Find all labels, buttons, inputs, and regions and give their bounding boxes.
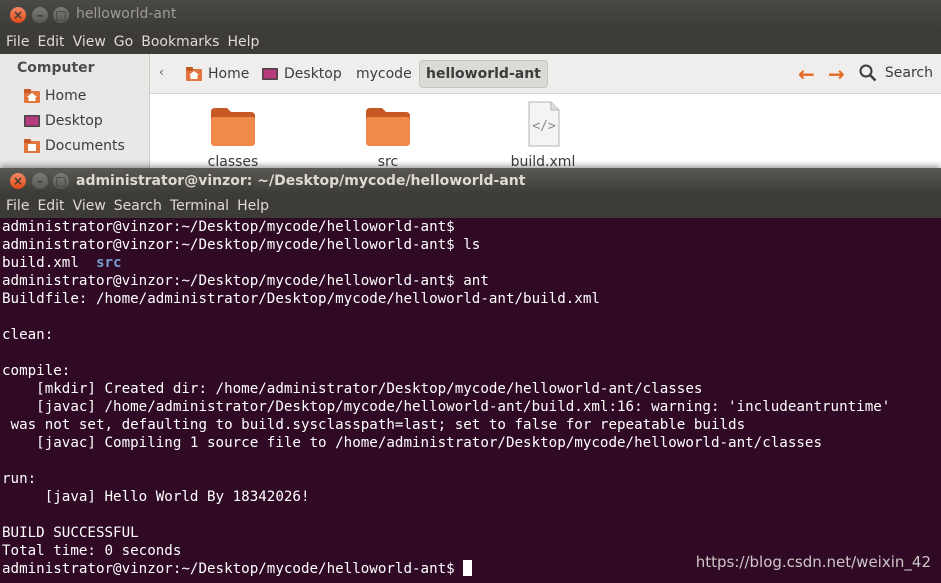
menu-terminal[interactable]: Terminal (170, 198, 229, 214)
search-label: Search (884, 65, 933, 81)
breadcrumb-mycode[interactable]: mycode (350, 60, 418, 88)
terminal-line: administrator@vinzor:~/Desktop/mycode/he… (2, 219, 455, 235)
search-icon (859, 64, 877, 82)
terminal-line-ls-output: build.xml src (2, 254, 941, 272)
terminal-line: compile: (2, 363, 71, 379)
terminal-titlebar[interactable]: × – □ administrator@vinzor: ~/Desktop/my… (0, 168, 941, 194)
folder-icon (366, 108, 410, 146)
breadcrumb-label: mycode (356, 66, 412, 82)
file-manager-titlebar[interactable]: × – □ helloworld-ant (0, 0, 941, 30)
home-folder-icon (186, 67, 202, 81)
menu-help[interactable]: Help (237, 198, 269, 214)
terminal-line: [mkdir] Created dir: /home/administrator… (2, 381, 703, 397)
breadcrumb-label: helloworld-ant (426, 66, 541, 82)
terminal-line: run: (2, 471, 37, 487)
sidebar-item-label: Home (45, 88, 87, 104)
breadcrumb-label: Home (208, 66, 250, 82)
terminal-screen[interactable]: administrator@vinzor:~/Desktop/mycode/he… (0, 218, 941, 583)
terminal-menubar: File Edit View Search Terminal Help (0, 194, 941, 218)
terminal-line: [java] Hello World By 18342026! (2, 489, 310, 505)
location-toolbar: ‹ Home Desktop mycode helloworld-ant ← → (150, 54, 941, 94)
terminal-line: Buildfile: /home/administrator/Desktop/m… (2, 291, 600, 307)
prompt-text: administrator@vinzor:~/Desktop/mycode/he… (2, 561, 464, 577)
menu-edit[interactable]: Edit (37, 198, 64, 214)
terminal-window: × – □ administrator@vinzor: ~/Desktop/my… (0, 168, 941, 583)
desktop-icon (24, 115, 40, 127)
ls-dir-entry: src (95, 255, 122, 271)
terminal-line: administrator@vinzor:~/Desktop/mycode/he… (2, 273, 489, 289)
menu-bookmarks[interactable]: Bookmarks (141, 34, 219, 50)
terminal-cursor (463, 560, 473, 576)
menu-file[interactable]: File (6, 198, 29, 214)
menu-edit[interactable]: Edit (37, 34, 64, 50)
sidebar-item-home[interactable]: Home (24, 86, 86, 106)
menu-help[interactable]: Help (227, 34, 259, 50)
terminal-line: [javac] /home/administrator/Desktop/myco… (2, 399, 891, 415)
forward-arrow-icon[interactable]: → (828, 62, 845, 86)
desktop-icon (262, 68, 278, 80)
sidebar-heading: Computer (17, 60, 95, 76)
menu-view[interactable]: View (73, 34, 106, 50)
file-item-classes[interactable]: classes (193, 100, 273, 170)
close-window-icon[interactable]: × (10, 173, 26, 189)
sidebar-item-label: Desktop (45, 113, 103, 129)
terminal-title: administrator@vinzor: ~/Desktop/mycode/h… (76, 173, 526, 189)
minimize-window-icon[interactable]: – (32, 173, 48, 189)
places-sidebar: Computer Home Desktop Documents (0, 54, 150, 170)
folder-icon (211, 108, 255, 146)
terminal-line: clean: (2, 327, 54, 343)
sidebar-item-desktop[interactable]: Desktop (24, 111, 103, 131)
watermark: https://blog.csdn.net/weixin_42 (695, 553, 931, 571)
menu-search[interactable]: Search (114, 198, 162, 214)
maximize-window-icon[interactable]: □ (53, 173, 69, 189)
breadcrumb-home[interactable]: Home (180, 60, 255, 88)
file-manager-window: × – □ helloworld-ant File Edit View Go B… (0, 0, 941, 170)
svg-text:</>: </> (532, 119, 556, 134)
home-folder-icon (24, 89, 40, 103)
minimize-window-icon[interactable]: – (32, 7, 48, 23)
sidebar-item-label: Documents (45, 138, 125, 154)
terminal-line: administrator@vinzor:~/Desktop/mycode/he… (2, 237, 481, 253)
documents-folder-icon (24, 139, 40, 153)
breadcrumb-left-arrow-icon[interactable]: ‹ (159, 65, 164, 79)
back-arrow-icon[interactable]: ← (798, 62, 815, 86)
file-view: classes src </> build.xml (150, 94, 941, 170)
close-window-icon[interactable]: × (10, 7, 26, 23)
file-manager-menubar: File Edit View Go Bookmarks Help (0, 30, 941, 54)
ls-file-entry: build.xml (2, 255, 96, 271)
terminal-line: BUILD SUCCESSFUL (2, 525, 139, 541)
sidebar-item-documents[interactable]: Documents (24, 136, 125, 156)
file-item-src[interactable]: src (348, 100, 428, 170)
breadcrumb-label: Desktop (284, 66, 342, 82)
terminal-line: was not set, defaulting to build.sysclas… (2, 417, 746, 433)
search-button[interactable]: Search (859, 64, 933, 82)
menu-view[interactable]: View (73, 198, 106, 214)
menu-file[interactable]: File (6, 34, 29, 50)
maximize-window-icon[interactable]: □ (53, 7, 69, 23)
file-item-build-xml[interactable]: </> build.xml (503, 100, 583, 170)
xml-file-icon: </> (528, 101, 560, 147)
menu-go[interactable]: Go (114, 34, 133, 50)
breadcrumb-desktop[interactable]: Desktop (256, 60, 348, 88)
breadcrumb-helloworld-ant[interactable]: helloworld-ant (419, 60, 548, 88)
terminal-line: [javac] Compiling 1 source file to /home… (2, 435, 822, 451)
file-manager-title: helloworld-ant (76, 6, 177, 22)
